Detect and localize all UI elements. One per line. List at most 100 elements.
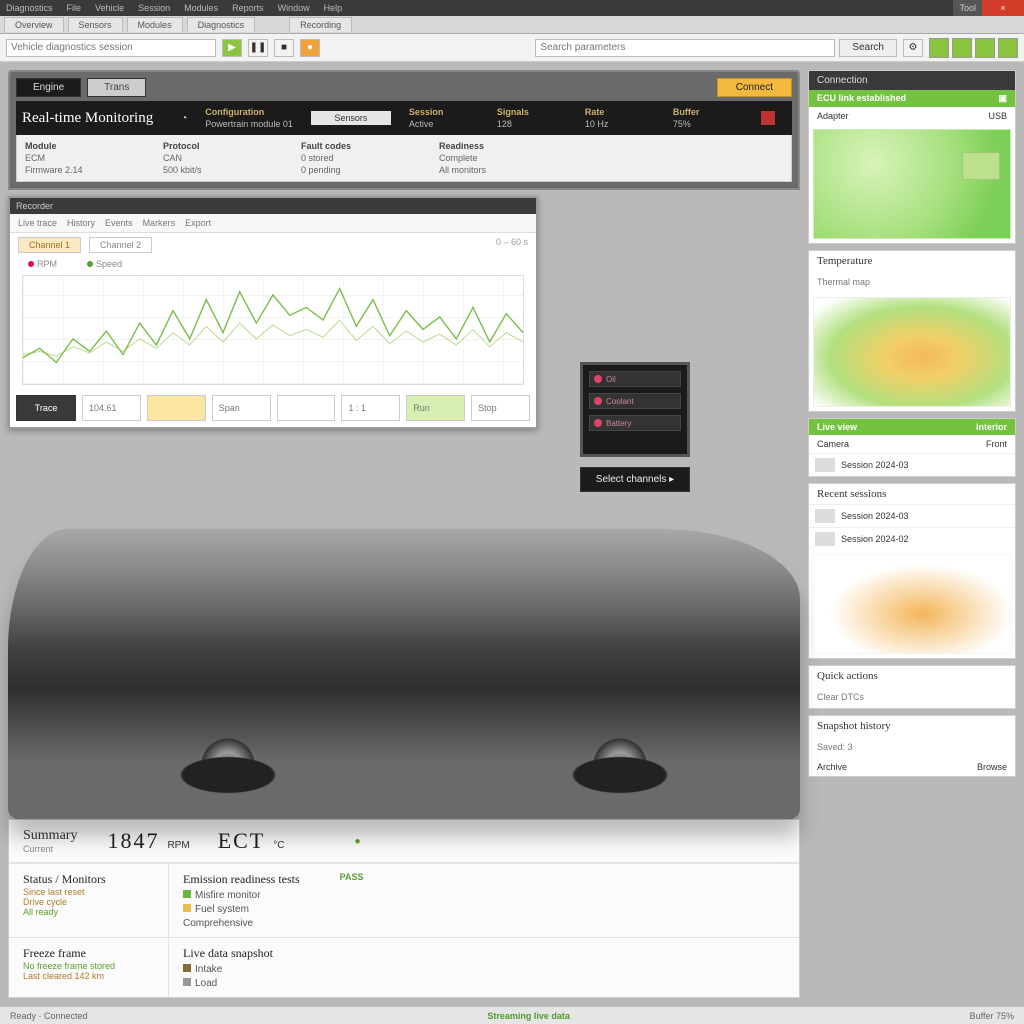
layout-icons (929, 38, 1018, 58)
connect-button[interactable]: Connect (717, 78, 792, 97)
row-item: Misfire monitor (183, 890, 300, 901)
run-button[interactable]: Run (406, 395, 465, 421)
trace-button[interactable]: Trace (16, 395, 76, 421)
sessions-panel: Recent sessions Session 2024-03 Session … (808, 483, 1016, 659)
col-hd: Buffer (673, 107, 743, 117)
readout-cell (147, 395, 206, 421)
panel-heading: Connection (809, 71, 1015, 90)
snapshot-panel: Snapshot history Saved: 3 Archive Browse (808, 715, 1016, 777)
link[interactable]: Browse (977, 762, 1007, 772)
row-title: Freeze frame (23, 946, 154, 961)
scale-cell[interactable]: 1 : 1 (341, 395, 400, 421)
menu-item[interactable]: Session (138, 3, 170, 13)
indicator-icon (594, 397, 602, 405)
preview-image (813, 554, 1011, 654)
menu-item[interactable]: Window (278, 3, 310, 13)
temperature-panel: Temperature Thermal map (808, 250, 1016, 412)
layout-a-icon[interactable] (929, 38, 949, 58)
col-hd: Session (409, 107, 479, 117)
chart-tab[interactable]: Live trace (18, 218, 57, 228)
layout-b-icon[interactable] (952, 38, 972, 58)
sub-val: ECM (25, 153, 145, 163)
stop-icon[interactable]: ■ (274, 39, 294, 57)
tab-sensors[interactable]: Sensors (68, 17, 123, 32)
row-sub: Since last reset (23, 887, 154, 897)
label: Adapter (817, 111, 849, 121)
channel-pill[interactable]: Channel 2 (89, 237, 152, 253)
chart-plot[interactable] (22, 275, 524, 385)
row-sub: Drive cycle (23, 897, 154, 907)
row-title: Emission readiness tests (183, 872, 300, 887)
signal-heatmap[interactable] (813, 129, 1011, 239)
status-bar: ECU link established▣ (809, 90, 1015, 107)
chart-tab[interactable]: Markers (143, 218, 176, 228)
sub-val: Firmware 2.14 (25, 165, 145, 175)
subtab-trans[interactable]: Trans (87, 78, 146, 97)
gauge-row[interactable]: Oil (589, 371, 681, 387)
action-link[interactable]: Clear DTCs (809, 686, 1015, 708)
vehicle-viewport[interactable] (8, 425, 800, 819)
alert-icon[interactable] (761, 111, 775, 125)
list-item[interactable]: Session 2024-02 (809, 527, 1015, 550)
panel-heading: Quick actions (809, 666, 1015, 686)
chart-tab[interactable]: Export (185, 218, 211, 228)
row-item: Intake (183, 964, 273, 975)
run-icon[interactable]: ▶ (222, 39, 242, 57)
thumbnail-icon (815, 532, 835, 546)
stop-button[interactable]: Stop (471, 395, 530, 421)
search-button[interactable]: Search (839, 39, 897, 57)
panel-heading: Recent sessions (809, 484, 1015, 504)
tab-diagnostics[interactable]: Diagnostics (187, 17, 256, 32)
stat-unit: RPM (167, 840, 189, 851)
menu-item[interactable]: Reports (232, 3, 264, 13)
pause-icon[interactable]: ❚❚ (248, 39, 268, 57)
summary-sub: Current (23, 844, 77, 854)
menu-item[interactable]: Diagnostics (6, 3, 53, 13)
close-button[interactable]: × (982, 0, 1024, 16)
layout-d-icon[interactable] (998, 38, 1018, 58)
chart-tab[interactable]: History (67, 218, 95, 228)
status-text: Ready · Connected (10, 1011, 88, 1021)
row-title: Live data snapshot (183, 946, 273, 961)
col-val: 128 (497, 119, 567, 129)
thermal-map[interactable] (813, 297, 1011, 407)
path-input[interactable] (6, 39, 216, 57)
row-item: Comprehensive (183, 918, 300, 929)
col-hd: Signals (497, 107, 567, 117)
layout-c-icon[interactable] (975, 38, 995, 58)
col-val: 10 Hz (585, 119, 655, 129)
tab-recording[interactable]: Recording (289, 17, 352, 32)
menu-item[interactable]: Modules (184, 3, 218, 13)
gauge-row[interactable]: Coolant (589, 393, 681, 409)
settings-icon[interactable]: ⚙ (903, 39, 923, 57)
title-gauge-icon: ◔ (181, 113, 187, 124)
chart-tab[interactable]: Events (105, 218, 133, 228)
vehicle-render (8, 529, 800, 819)
subtab-engine[interactable]: Engine (16, 78, 81, 97)
tab-modules[interactable]: Modules (127, 17, 183, 32)
col-val: Active (409, 119, 479, 129)
tab-overview[interactable]: Overview (4, 17, 64, 32)
list-item[interactable]: Session 2024-03 (809, 453, 1015, 476)
menu-item[interactable]: File (67, 3, 82, 13)
chart-range: 0 – 60 s (496, 237, 528, 253)
connection-panel: Connection ECU link established▣ Adapter… (808, 70, 1016, 244)
list-item[interactable]: Session 2024-03 (809, 504, 1015, 527)
link[interactable]: Archive (817, 762, 847, 772)
stat-value: ECT (218, 828, 266, 854)
panel-title: Real-time Monitoring (22, 110, 163, 127)
sub-val: 0 stored (301, 153, 421, 163)
tab-strip: Overview Sensors Modules Diagnostics Rec… (0, 16, 1024, 34)
liveview-panel: Live viewInterior CameraFront Session 20… (808, 418, 1016, 477)
status-text: Buffer 75% (970, 1011, 1014, 1021)
sub-val: 0 pending (301, 165, 421, 175)
ribbon-tab[interactable]: Sensors (311, 111, 391, 125)
col-hd: Rate (585, 107, 655, 117)
menu-item[interactable]: Vehicle (95, 3, 124, 13)
search-input[interactable] (535, 39, 835, 57)
menu-item[interactable]: Help (324, 3, 343, 13)
channel-pill[interactable]: Channel 1 (18, 237, 81, 253)
record-icon[interactable]: ● (300, 39, 320, 57)
value: USB (988, 111, 1007, 121)
status-text: Streaming live data (487, 1011, 570, 1021)
